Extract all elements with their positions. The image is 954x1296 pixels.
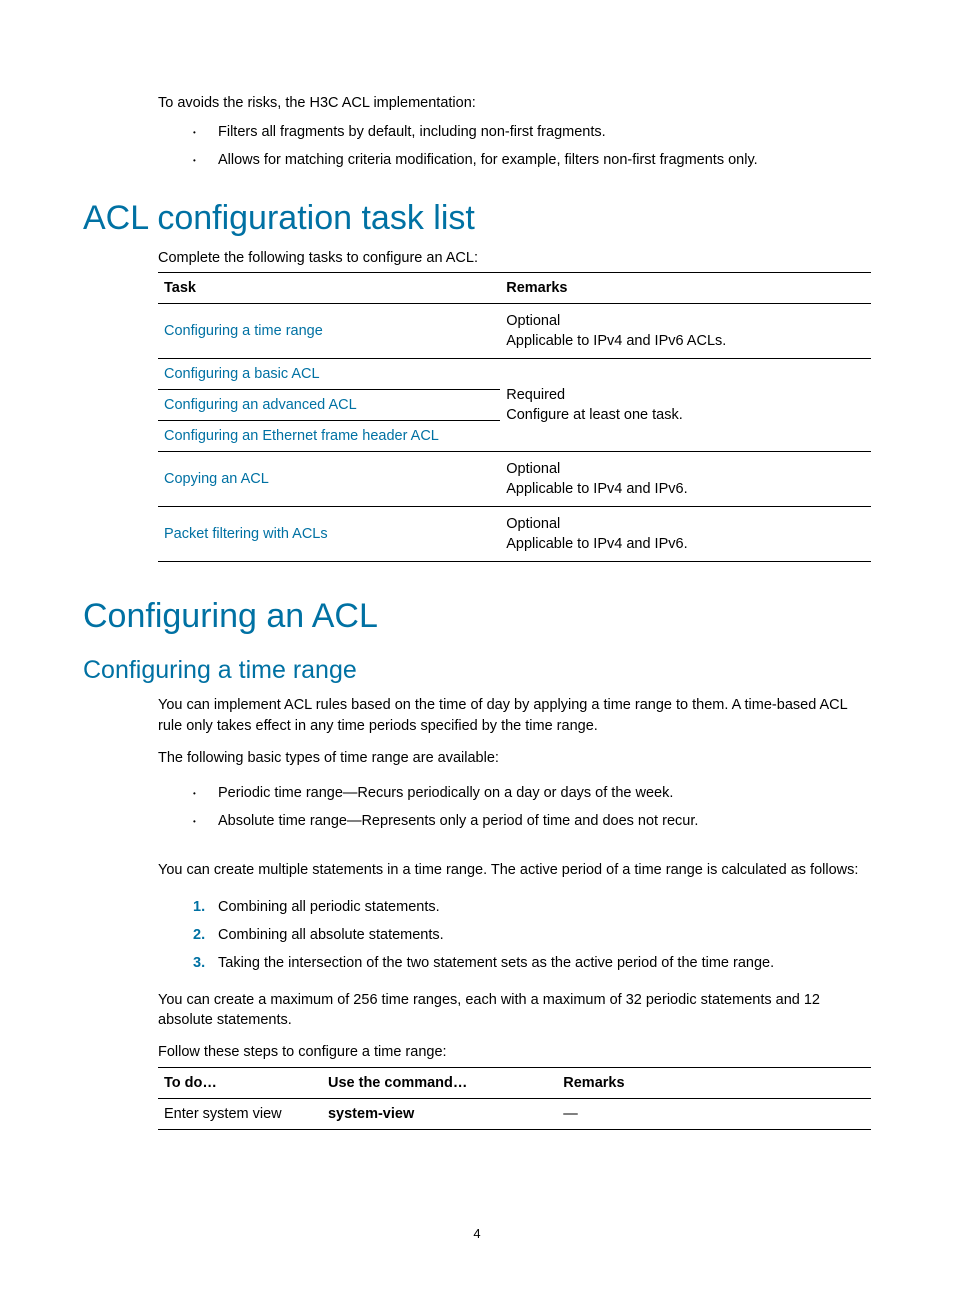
body-text: You can create a maximum of 256 time ran… — [158, 990, 871, 1031]
task-link-copying-acl[interactable]: Copying an ACL — [164, 471, 269, 487]
intro-bullet-list: Filters all fragments by default, includ… — [193, 119, 871, 174]
command-header: Use the command… — [322, 1067, 557, 1098]
remarks-cell: — — [557, 1098, 871, 1129]
todo-cell: Enter system view — [158, 1098, 322, 1129]
task-table: Task Remarks Configuring a time range Op… — [158, 272, 871, 562]
remarks-header: Remarks — [500, 273, 871, 304]
body-text: You can create multiple statements in a … — [158, 860, 871, 880]
heading-task-list: ACL configuration task list — [83, 199, 871, 238]
task-link-packet-filtering[interactable]: Packet filtering with ACLs — [164, 526, 328, 542]
task-link-time-range[interactable]: Configuring a time range — [164, 323, 323, 339]
list-item: Absolute time range—Represents only a pe… — [193, 808, 871, 836]
list-item: Filters all fragments by default, includ… — [193, 119, 871, 147]
body-text: You can implement ACL rules based on the… — [158, 695, 871, 736]
intro-text: To avoids the risks, the H3C ACL impleme… — [158, 95, 871, 111]
remarks-text: Applicable to IPv4 and IPv6. — [506, 534, 865, 554]
task-header: Task — [158, 273, 500, 304]
command-table: To do… Use the command… Remarks Enter sy… — [158, 1067, 871, 1130]
remarks-text: Required — [506, 385, 865, 405]
remarks-header: Remarks — [557, 1067, 871, 1098]
page-number: 4 — [0, 1226, 954, 1241]
body-text: The following basic types of time range … — [158, 748, 871, 768]
heading-time-range: Configuring a time range — [83, 656, 871, 685]
todo-header: To do… — [158, 1067, 322, 1098]
remarks-text: Applicable to IPv4 and IPv6. — [506, 479, 865, 499]
task-link-ethernet-acl[interactable]: Configuring an Ethernet frame header ACL — [164, 428, 439, 444]
remarks-text: Configure at least one task. — [506, 405, 865, 425]
calculation-steps-list: Combining all periodic statements. Combi… — [193, 893, 871, 978]
remarks-text: Applicable to IPv4 and IPv6 ACLs. — [506, 331, 865, 351]
list-item: Taking the intersection of the two state… — [193, 949, 871, 977]
remarks-text: Optional — [506, 514, 865, 534]
task-link-advanced-acl[interactable]: Configuring an advanced ACL — [164, 397, 357, 413]
list-item: Combining all absolute statements. — [193, 921, 871, 949]
list-item: Allows for matching criteria modificatio… — [193, 147, 871, 175]
heading-configuring-acl: Configuring an ACL — [83, 597, 871, 636]
remarks-text: Optional — [506, 311, 865, 331]
list-item: Combining all periodic statements. — [193, 893, 871, 921]
task-link-basic-acl[interactable]: Configuring a basic ACL — [164, 366, 320, 382]
tasklist-intro: Complete the following tasks to configur… — [158, 248, 871, 268]
remarks-text: Optional — [506, 459, 865, 479]
list-item: Periodic time range—Recurs periodically … — [193, 780, 871, 808]
body-text: Follow these steps to configure a time r… — [158, 1042, 871, 1062]
time-range-types-list: Periodic time range—Recurs periodically … — [193, 780, 871, 835]
command-cell: system-view — [322, 1098, 557, 1129]
